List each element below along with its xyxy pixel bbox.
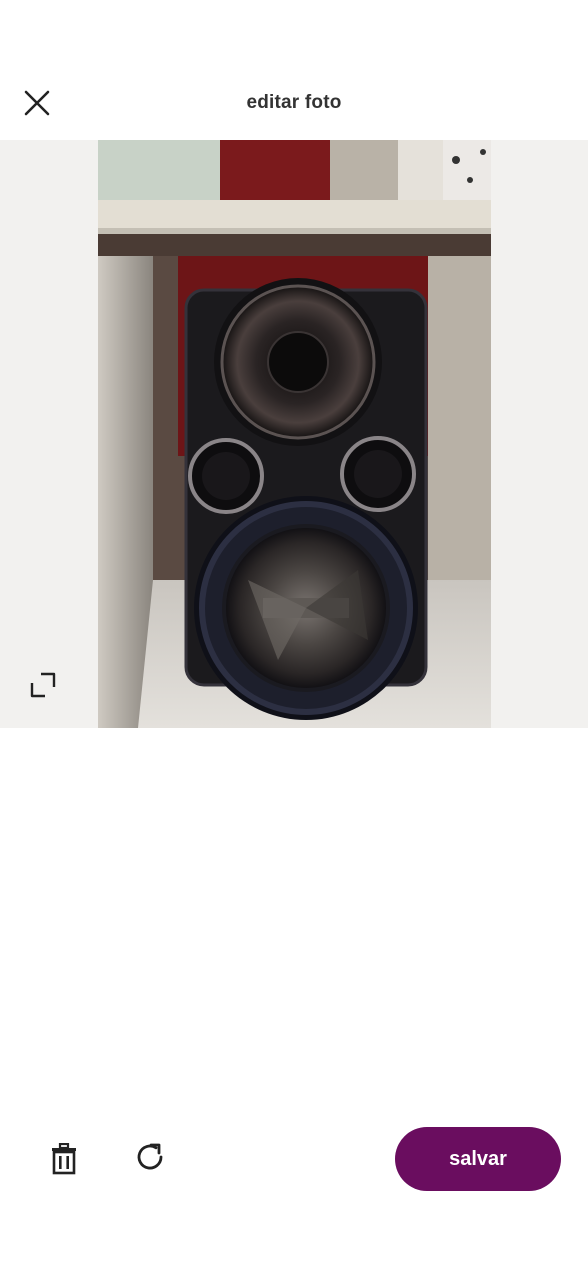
speaker-photo (98, 140, 491, 728)
trash-icon (52, 1143, 76, 1175)
photo-image[interactable] (98, 140, 491, 728)
save-button[interactable]: salvar (395, 1127, 561, 1191)
delete-button[interactable] (42, 1137, 86, 1181)
resize-icon (30, 672, 56, 698)
top-bar: editar foto (0, 0, 588, 140)
photo-preview-area (0, 140, 588, 728)
rotate-button[interactable] (128, 1135, 172, 1179)
resize-button[interactable] (26, 668, 60, 702)
page-title: editar foto (246, 92, 342, 113)
rotate-icon (137, 1143, 163, 1170)
bottom-toolbar: salvar (0, 1110, 588, 1210)
